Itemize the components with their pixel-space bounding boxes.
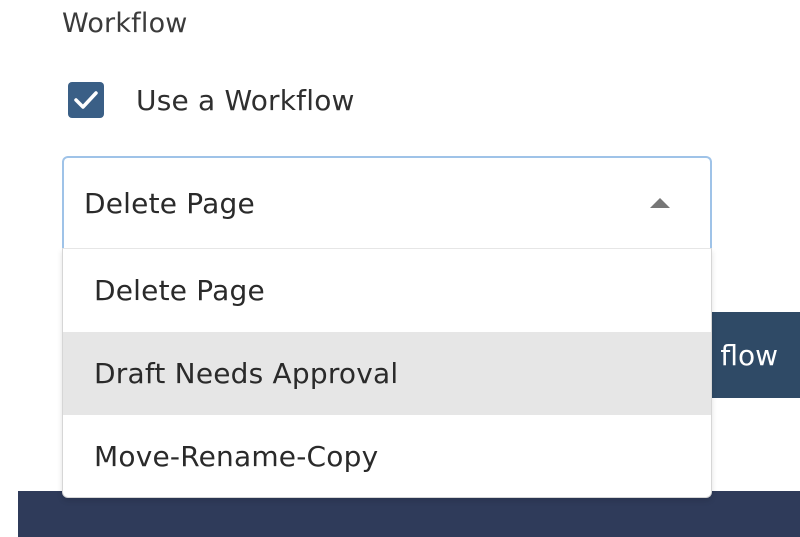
- use-workflow-checkbox-row[interactable]: Use a Workflow: [68, 80, 355, 120]
- workflow-select[interactable]: Delete Page: [62, 156, 712, 248]
- checkmark-icon: [74, 91, 98, 109]
- caret-up-icon[interactable]: [650, 198, 670, 208]
- workflow-dropdown-list: Delete Page Draft Needs Approval Move-Re…: [62, 248, 712, 498]
- workflow-settings-panel: Workflow Use a Workflow flow Delete Page…: [0, 0, 800, 537]
- dropdown-option-delete-page[interactable]: Delete Page: [63, 249, 711, 332]
- dropdown-option-draft-needs-approval[interactable]: Draft Needs Approval: [63, 332, 711, 415]
- workflow-action-button-label: flow: [720, 338, 778, 372]
- dropdown-option-label: Move-Rename-Copy: [94, 440, 379, 473]
- dropdown-option-move-rename-copy[interactable]: Move-Rename-Copy: [63, 415, 711, 497]
- dropdown-option-label: Draft Needs Approval: [94, 357, 399, 390]
- dropdown-option-label: Delete Page: [94, 274, 265, 307]
- section-heading: Workflow: [62, 8, 188, 39]
- use-workflow-label[interactable]: Use a Workflow: [136, 84, 355, 117]
- use-workflow-checkbox[interactable]: [68, 82, 104, 118]
- workflow-select-value: Delete Page: [84, 186, 255, 220]
